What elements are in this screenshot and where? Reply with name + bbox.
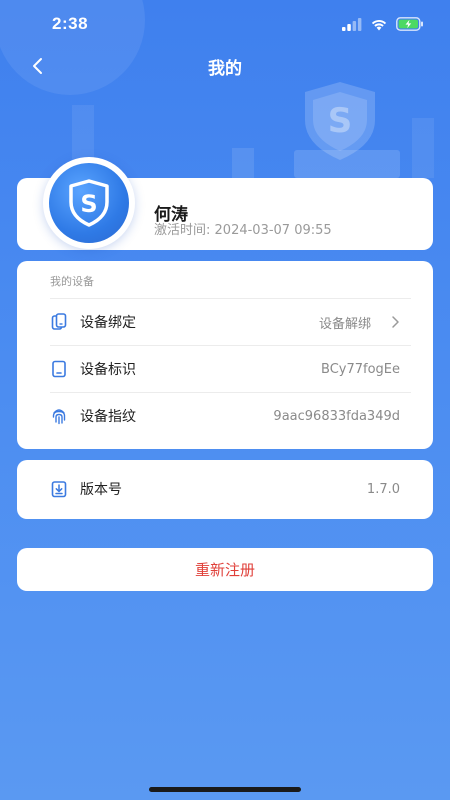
nav-bar: 我的	[0, 48, 450, 84]
device-card: 我的设备 设备绑定 设备解绑 设备标识 BCy77fogEe 设备指纹 9aac…	[17, 261, 433, 449]
chevron-right-icon	[392, 316, 399, 328]
page-title: 我的	[208, 58, 242, 79]
battery-charging-icon	[396, 17, 423, 31]
phone-link-icon	[51, 313, 67, 330]
row-label: 版本号	[80, 482, 122, 498]
version-card: 版本号 1.7.0	[17, 460, 433, 519]
activation-label: 激活时间:	[154, 223, 211, 238]
download-doc-icon	[51, 481, 67, 498]
shield-logo-icon: S	[69, 179, 109, 227]
version-value: 1.7.0	[366, 481, 400, 497]
status-time: 2:38	[52, 14, 89, 33]
fingerprint-icon	[52, 409, 66, 425]
svg-text:S: S	[328, 101, 353, 141]
device-id-value: BCy77fogEe	[321, 361, 400, 377]
status-icons	[342, 17, 424, 31]
unbind-device-link[interactable]: 设备解绑	[319, 313, 371, 332]
section-title-my-device: 我的设备	[50, 275, 94, 288]
home-indicator	[149, 787, 301, 792]
activation-time: 激活时间: 2024-03-07 09:55	[154, 219, 332, 238]
back-arrow-icon[interactable]	[26, 55, 50, 77]
activation-value: 2024-03-07 09:55	[214, 223, 332, 238]
svg-text:S: S	[80, 190, 97, 218]
row-label: 设备指纹	[80, 409, 136, 425]
avatar: S	[43, 157, 135, 249]
device-fingerprint-value: 9aac96833fda349d	[273, 408, 400, 424]
cellular-signal-icon	[342, 17, 362, 31]
status-bar: 2:38	[0, 0, 450, 48]
row-version: 版本号 1.7.0	[17, 466, 433, 512]
tablet-icon	[52, 360, 66, 378]
row-label: 设备绑定	[80, 315, 136, 331]
row-device-fingerprint: 设备指纹 9aac96833fda349d	[17, 393, 433, 439]
row-device-binding[interactable]: 设备绑定 设备解绑	[17, 299, 433, 345]
wifi-icon	[371, 19, 387, 30]
row-device-id: 设备标识 BCy77fogEe	[17, 346, 433, 392]
avatar-logo: S	[49, 163, 129, 243]
row-label: 设备标识	[80, 362, 136, 378]
reregister-button[interactable]: 重新注册	[17, 548, 433, 591]
